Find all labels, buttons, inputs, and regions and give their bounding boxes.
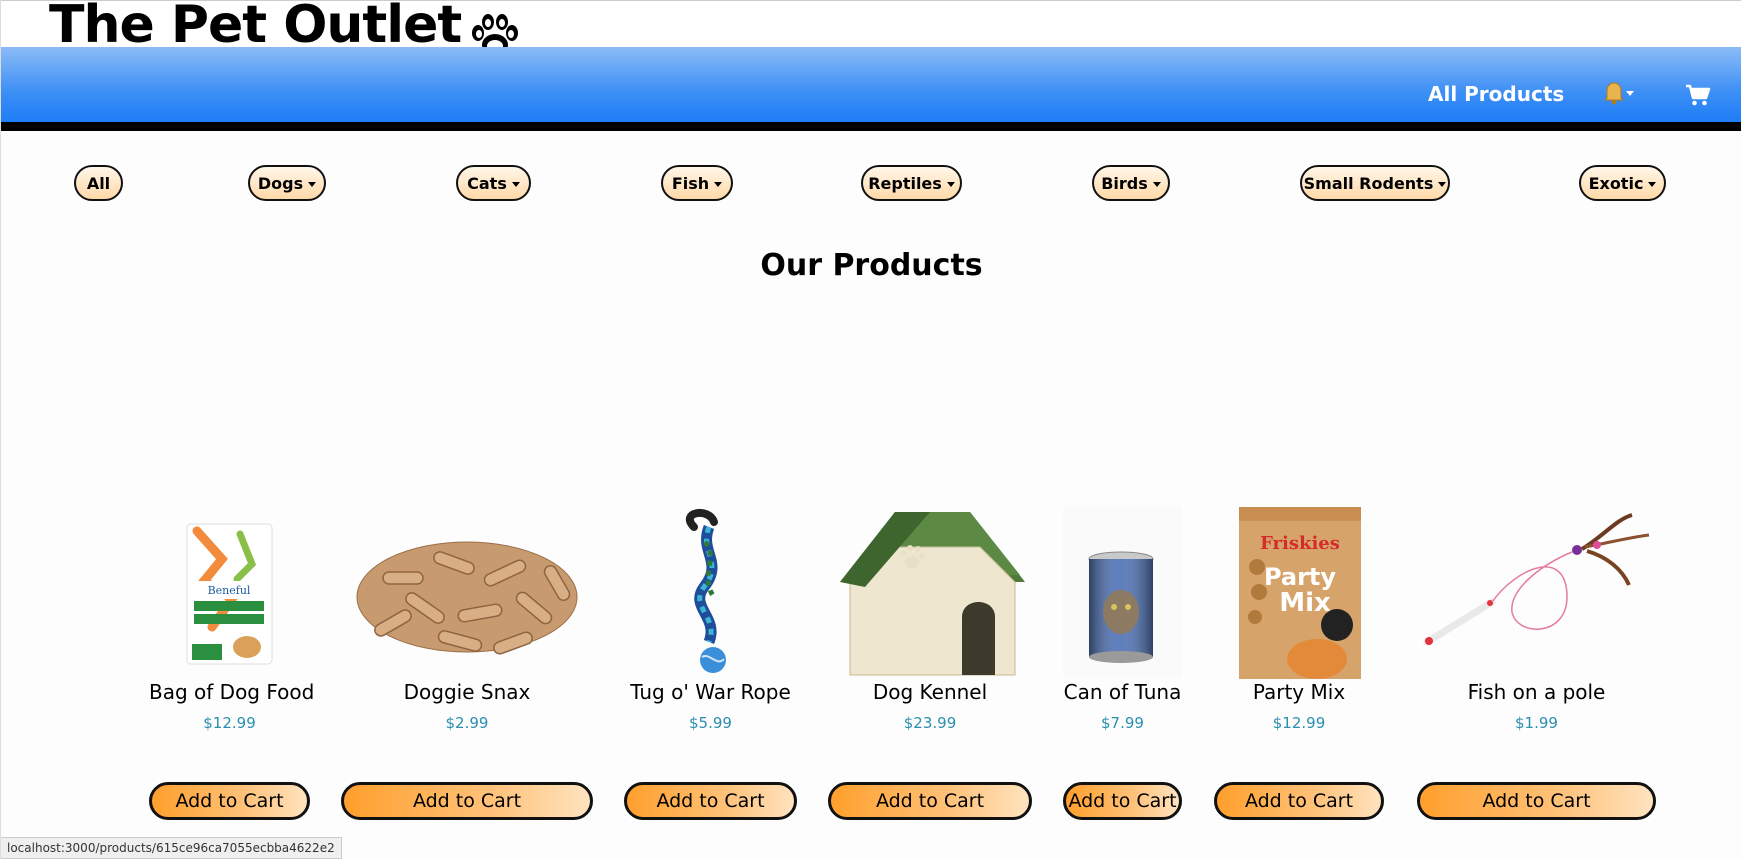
product-name[interactable]: Fish on a pole bbox=[1417, 680, 1656, 704]
page-title: Our Products bbox=[760, 248, 983, 283]
product-price: $1.99 bbox=[1515, 714, 1558, 732]
dog-food-bag-image[interactable]: Beneful bbox=[182, 519, 277, 669]
status-bar-url: localhost:3000/products/615ce96ca7055ecb… bbox=[1, 837, 342, 859]
svg-text:Beneful: Beneful bbox=[208, 584, 251, 597]
category-label: All bbox=[86, 173, 111, 193]
category-label: Fish bbox=[671, 173, 710, 193]
product-name[interactable]: Tug o' War Rope bbox=[624, 680, 797, 704]
party-mix-bag-image[interactable]: Friskies Party Mix bbox=[1237, 507, 1363, 679]
navbar-divider bbox=[1, 122, 1741, 131]
category-label: Small Rodents bbox=[1303, 173, 1434, 193]
category-label: Cats bbox=[467, 173, 507, 193]
product-name[interactable]: Doggie Snax bbox=[341, 680, 593, 704]
product-price: $2.99 bbox=[445, 714, 489, 732]
category-label: Birds bbox=[1101, 173, 1148, 193]
category-filter-bar: All Dogs Cats Fish Reptiles Birds Small … bbox=[1, 165, 1741, 203]
add-to-cart-button[interactable]: Add to Cart bbox=[1063, 782, 1182, 820]
cart-icon[interactable] bbox=[1685, 83, 1711, 107]
category-birds-dropdown[interactable]: Birds bbox=[1092, 165, 1170, 201]
category-small-rodents-dropdown[interactable]: Small Rodents bbox=[1300, 165, 1450, 201]
add-to-cart-button[interactable]: Add to Cart bbox=[828, 782, 1032, 820]
product-name[interactable]: Party Mix bbox=[1214, 680, 1384, 704]
chevron-down-icon bbox=[308, 181, 317, 187]
add-to-cart-button[interactable]: Add to Cart bbox=[1417, 782, 1656, 820]
category-cats-dropdown[interactable]: Cats bbox=[456, 165, 531, 201]
product-name[interactable]: Dog Kennel bbox=[828, 680, 1032, 704]
category-label: Reptiles bbox=[868, 173, 942, 193]
chevron-down-icon bbox=[1152, 181, 1161, 187]
tuna-can-image[interactable] bbox=[1063, 507, 1182, 677]
category-label: Dogs bbox=[257, 173, 304, 193]
product-price: $12.99 bbox=[203, 714, 256, 732]
product-name[interactable]: Bag of Dog Food bbox=[149, 680, 314, 704]
svg-text:Mix: Mix bbox=[1279, 588, 1331, 618]
product-price: $5.99 bbox=[689, 714, 732, 732]
chevron-down-icon bbox=[946, 181, 955, 187]
product-price: $23.99 bbox=[903, 714, 957, 732]
category-dogs-dropdown[interactable]: Dogs bbox=[248, 165, 326, 201]
all-products-link[interactable]: All Products bbox=[1428, 82, 1564, 106]
cat-wand-toy-image[interactable] bbox=[1417, 507, 1656, 679]
svg-text:Friskies: Friskies bbox=[1260, 533, 1340, 554]
product-price: $7.99 bbox=[1101, 714, 1144, 732]
category-exotic-dropdown[interactable]: Exotic bbox=[1579, 165, 1666, 201]
chevron-down-icon bbox=[1438, 181, 1447, 187]
product-price: $12.99 bbox=[1272, 714, 1326, 732]
category-all[interactable]: All bbox=[74, 165, 123, 201]
brand-bar: The Pet Outlet bbox=[1, 0, 1741, 56]
product-name[interactable]: Can of Tuna bbox=[1063, 680, 1182, 704]
dog-biscuits-image[interactable] bbox=[343, 517, 591, 669]
chevron-down-icon bbox=[714, 181, 723, 187]
chevron-down-icon bbox=[1648, 181, 1657, 187]
chevron-down-icon bbox=[511, 181, 520, 187]
dog-kennel-image[interactable] bbox=[830, 507, 1032, 679]
add-to-cart-button[interactable]: Add to Cart bbox=[341, 782, 593, 820]
svg-text:Party: Party bbox=[1264, 563, 1336, 591]
add-to-cart-button[interactable]: Add to Cart bbox=[1214, 782, 1384, 820]
bell-icon[interactable] bbox=[1597, 80, 1635, 106]
add-to-cart-button[interactable]: Add to Cart bbox=[149, 782, 310, 820]
category-reptiles-dropdown[interactable]: Reptiles bbox=[861, 165, 962, 201]
add-to-cart-button[interactable]: Add to Cart bbox=[624, 782, 797, 820]
category-fish-dropdown[interactable]: Fish bbox=[661, 165, 733, 201]
category-label: Exotic bbox=[1588, 173, 1644, 193]
rope-toy-image[interactable] bbox=[669, 507, 749, 677]
